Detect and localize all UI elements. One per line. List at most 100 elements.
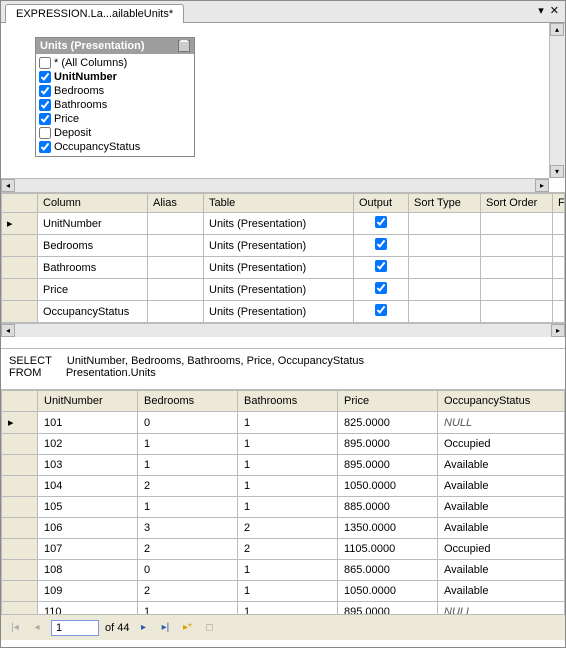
criteria-cell-alias[interactable] [148,235,204,257]
results-header[interactable]: Price [338,391,438,412]
results-cell[interactable]: 103 [38,455,138,476]
results-cell[interactable]: 1 [238,476,338,497]
output-checkbox[interactable] [375,238,387,250]
scroll-down-icon[interactable]: ▾ [550,165,564,178]
criteria-cell-column[interactable]: UnitNumber [38,213,148,235]
criteria-cell[interactable] [481,301,553,323]
criteria-cell-table[interactable]: Units (Presentation) [204,235,354,257]
tab-dropdown-icon[interactable]: ▾ [538,4,544,17]
results-cell[interactable]: Available [438,476,565,497]
entity-column[interactable]: * (All Columns) [39,56,191,70]
results-cell[interactable]: 0 [138,412,238,434]
results-cell[interactable]: Available [438,560,565,581]
criteria-row[interactable]: OccupancyStatusUnits (Presentation) [2,301,565,323]
entity-column[interactable]: Deposit [39,126,191,140]
results-cell[interactable]: 102 [38,434,138,455]
row-selector[interactable] [2,434,38,455]
results-grid[interactable]: UnitNumberBedroomsBathroomsPriceOccupanc… [1,390,565,614]
row-selector[interactable] [2,539,38,560]
results-cell[interactable]: 1 [138,455,238,476]
results-cell[interactable]: 2 [138,581,238,602]
row-selector[interactable] [2,476,38,497]
results-cell[interactable]: Available [438,455,565,476]
output-checkbox[interactable] [375,216,387,228]
criteria-header[interactable]: Sort Order [481,194,553,213]
criteria-cell[interactable] [553,279,565,301]
criteria-header[interactable]: Column [38,194,148,213]
results-cell[interactable]: Available [438,581,565,602]
results-cell[interactable]: 1 [238,602,338,615]
results-row[interactable]: 104211050.0000Available [2,476,565,497]
criteria-cell-alias[interactable] [148,301,204,323]
results-cell[interactable]: 109 [38,581,138,602]
criteria-row[interactable]: Bedrooms Units (Presentation) [2,235,565,257]
criteria-cell-output[interactable] [354,301,409,323]
results-cell[interactable]: 1050.0000 [338,476,438,497]
criteria-cell[interactable] [553,235,565,257]
results-row[interactable]: 10801865.0000Available [2,560,565,581]
results-cell[interactable]: 105 [38,497,138,518]
results-header[interactable]: UnitNumber [38,391,138,412]
row-selector[interactable] [2,518,38,539]
criteria-cell-table[interactable]: Units (Presentation) [204,301,354,323]
criteria-header[interactable]: Alias [148,194,204,213]
results-cell[interactable]: 3 [138,518,238,539]
nav-stop-icon[interactable]: ◻ [201,620,217,636]
results-cell[interactable]: Available [438,518,565,539]
criteria-cell-output[interactable] [354,213,409,235]
results-cell[interactable]: 1 [238,560,338,581]
entity-column-checkbox[interactable] [39,127,51,139]
results-header[interactable]: Bathrooms [238,391,338,412]
results-cell[interactable]: 106 [38,518,138,539]
results-row[interactable]: 107221105.0000Occupied [2,539,565,560]
results-cell[interactable]: 1 [138,497,238,518]
results-cell[interactable]: Occupied [438,539,565,560]
criteria-header[interactable]: Output [354,194,409,213]
criteria-cell[interactable] [409,235,481,257]
criteria-hscroll[interactable]: ◂ ▸ [1,323,565,337]
entity-column-checkbox[interactable] [39,113,51,125]
criteria-cell-table[interactable]: Units (Presentation) [204,279,354,301]
criteria-cell-column[interactable]: Price [38,279,148,301]
results-header[interactable]: Bedrooms [138,391,238,412]
row-selector[interactable] [2,235,38,257]
results-cell[interactable]: 895.0000 [338,455,438,476]
entity-column[interactable]: Bedrooms [39,84,191,98]
entity-column-checkbox[interactable] [39,57,51,69]
results-cell[interactable]: 101 [38,412,138,434]
results-cell[interactable]: Available [438,497,565,518]
criteria-cell[interactable] [409,257,481,279]
results-cell[interactable]: 2 [238,539,338,560]
diagram-vscroll[interactable]: ▴ ▾ [549,23,565,178]
criteria-cell-alias[interactable] [148,257,204,279]
results-header[interactable]: OccupancyStatus [438,391,565,412]
scroll-left-icon[interactable]: ◂ [1,179,15,192]
criteria-cell-output[interactable] [354,235,409,257]
diagram-hscroll[interactable]: ◂ ▸ [1,178,549,192]
results-cell[interactable]: NULL [438,412,565,434]
results-cell[interactable]: 1 [238,412,338,434]
row-selector[interactable] [2,497,38,518]
criteria-cell[interactable] [553,301,565,323]
active-tab[interactable]: EXPRESSION.La...ailableUnits* [5,4,184,23]
nav-prev-icon[interactable]: ◂ [29,620,45,636]
criteria-grid[interactable]: ColumnAliasTableOutputSort TypeSort Orde… [1,193,565,323]
criteria-cell-output[interactable] [354,257,409,279]
nav-next-icon[interactable]: ▸ [135,620,151,636]
criteria-cell[interactable] [553,257,565,279]
criteria-row[interactable]: ▸UnitNumberUnits (Presentation) [2,213,565,235]
row-selector[interactable] [2,301,38,323]
results-cell[interactable]: 110 [38,602,138,615]
entity-column-checkbox[interactable] [39,141,51,153]
criteria-cell-column[interactable]: Bedrooms [38,235,148,257]
criteria-cell[interactable] [409,279,481,301]
entity-column-checkbox[interactable] [39,99,51,111]
sql-pane[interactable]: SELECT UnitNumber, Bedrooms, Bathrooms, … [1,349,565,390]
scroll-right-icon[interactable]: ▸ [535,179,549,192]
scroll-left-icon[interactable]: ◂ [1,324,15,337]
criteria-cell-alias[interactable] [148,279,204,301]
results-cell[interactable]: 1 [238,455,338,476]
criteria-cell-table[interactable]: Units (Presentation) [204,257,354,279]
results-cell[interactable]: 895.0000 [338,602,438,615]
results-cell[interactable]: 1 [238,497,338,518]
